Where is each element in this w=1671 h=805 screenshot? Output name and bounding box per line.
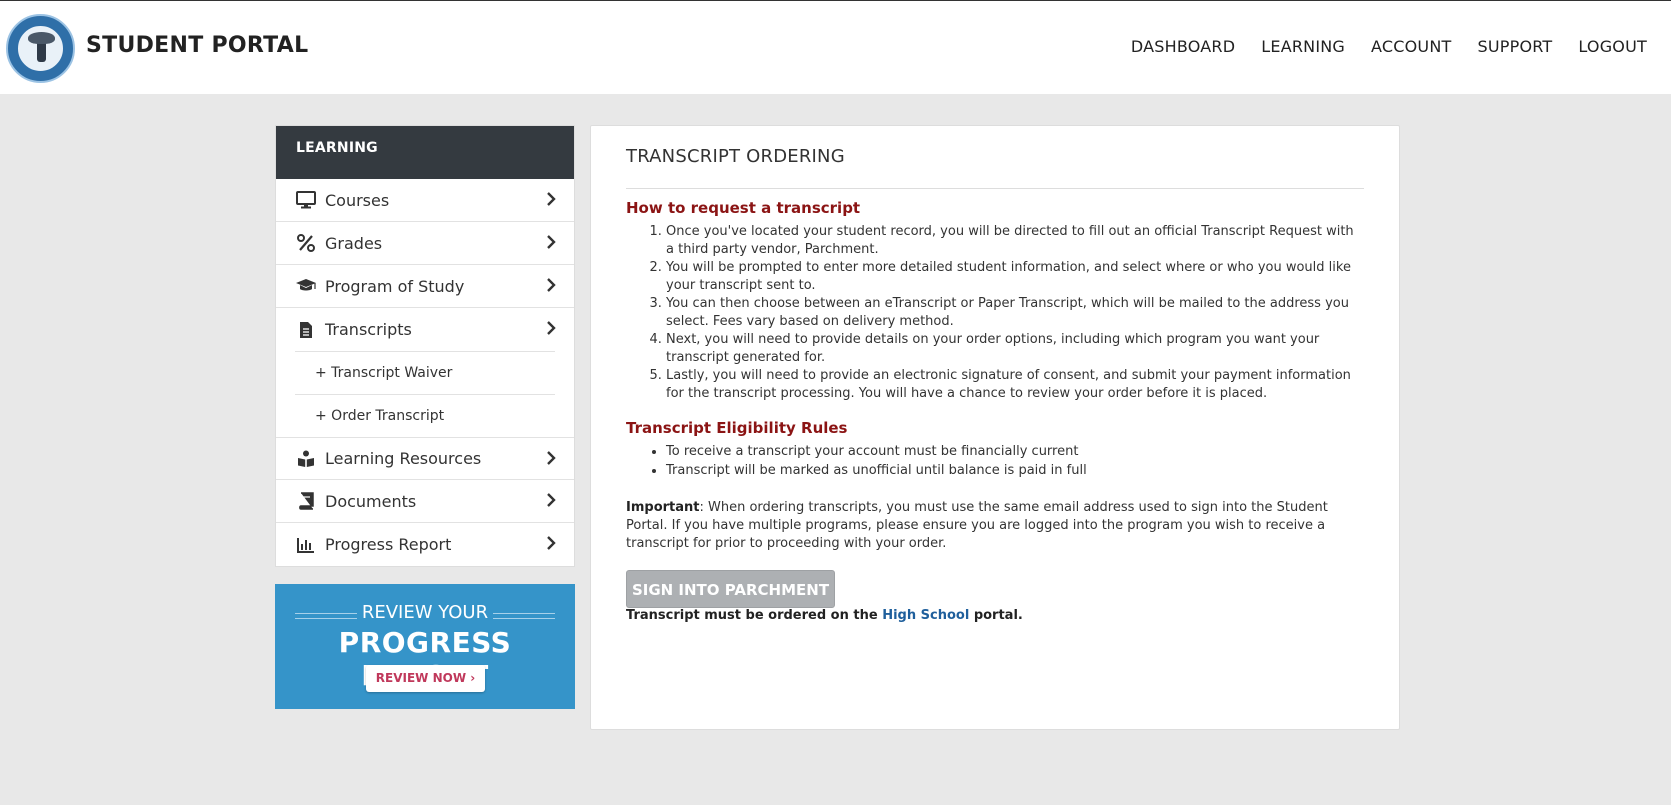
sidebar-item-label: Learning Resources	[325, 449, 482, 468]
sign-into-parchment-button[interactable]: SIGN INTO PARCHMENT	[626, 570, 835, 608]
chevron-right-icon	[547, 536, 556, 550]
chevron-right-icon	[547, 451, 556, 465]
portal-note: Transcript must be ordered on the High S…	[626, 608, 1023, 623]
important-notice: Important: When ordering transcripts, yo…	[626, 499, 1366, 553]
list-item: You will be prompted to enter more detai…	[666, 259, 1356, 295]
chevron-right-icon	[547, 493, 556, 507]
sidebar-subitem-order-transcript[interactable]: + Order Transcript	[295, 394, 555, 437]
banner-line-1: REVIEW YOUR	[275, 602, 575, 623]
main-nav: DASHBOARD LEARNING ACCOUNT SUPPORT LOGOU…	[1131, 37, 1647, 56]
chevron-right-icon	[547, 321, 556, 335]
nav-account[interactable]: ACCOUNT	[1371, 37, 1451, 56]
important-text: : When ordering transcripts, you must us…	[626, 500, 1328, 551]
school-seal-logo[interactable]	[6, 14, 75, 83]
nav-learning[interactable]: LEARNING	[1261, 37, 1345, 56]
monitor-icon	[295, 190, 317, 210]
book-reader-icon	[295, 449, 317, 469]
rules-list: To receive a transcript your account mus…	[631, 442, 1356, 480]
note-text-end: portal.	[969, 608, 1023, 623]
sidebar-item-progress-report[interactable]: Progress Report	[276, 523, 574, 566]
how-to-request-heading: How to request a transcript	[626, 199, 861, 217]
graduation-cap-icon	[295, 276, 317, 296]
sidebar-item-grades[interactable]: Grades	[276, 222, 574, 265]
learning-sidebar: LEARNING Courses Grades Program of Study…	[275, 125, 575, 567]
chevron-right-icon	[547, 278, 556, 292]
high-school-link[interactable]: High School	[882, 608, 969, 623]
list-item: Once you've located your student record,…	[666, 223, 1356, 259]
nav-support[interactable]: SUPPORT	[1477, 37, 1552, 56]
review-now-label: REVIEW NOW	[375, 671, 467, 685]
sidebar-item-label: Progress Report	[325, 535, 452, 554]
sidebar-heading: LEARNING	[276, 126, 574, 179]
list-item: You can then choose between an eTranscri…	[666, 295, 1356, 331]
top-bar: STUDENT PORTAL DASHBOARD LEARNING ACCOUN…	[0, 0, 1671, 94]
sidebar-item-label: Program of Study	[325, 276, 465, 296]
transcript-ordering-panel: TRANSCRIPT ORDERING How to request a tra…	[590, 125, 1400, 730]
list-item: To receive a transcript your account mus…	[666, 442, 1356, 461]
sidebar-item-transcripts[interactable]: Transcripts	[276, 308, 574, 351]
portal-title: STUDENT PORTAL	[86, 33, 309, 58]
book-icon	[295, 491, 317, 511]
torch-icon	[28, 32, 55, 62]
file-text-icon	[295, 320, 317, 340]
sidebar-item-label: Grades	[325, 233, 383, 253]
list-item: Transcript will be marked as unofficial …	[666, 461, 1356, 480]
sidebar-item-label: Documents	[325, 491, 417, 511]
sidebar-item-learning-resources[interactable]: Learning Resources	[276, 437, 574, 480]
sidebar-item-documents[interactable]: Documents	[276, 480, 574, 523]
list-item: Next, you will need to provide details o…	[666, 331, 1356, 367]
nav-logout[interactable]: LOGOUT	[1578, 37, 1647, 56]
chevron-right-icon	[547, 192, 556, 206]
note-text: Transcript must be ordered on the	[626, 608, 883, 623]
sidebar-item-label: Courses	[325, 190, 390, 210]
review-now-button[interactable]: REVIEW NOW ›	[366, 665, 485, 692]
page-title: TRANSCRIPT ORDERING	[626, 146, 845, 167]
important-label: Important	[626, 500, 700, 515]
divider	[626, 188, 1364, 189]
progress-report-banner[interactable]: REVIEW YOUR PROGRESS REPORT REVIEW NOW ›	[275, 584, 575, 709]
sidebar-subitem-transcript-waiver[interactable]: + Transcript Waiver	[295, 351, 555, 394]
bar-chart-icon	[295, 535, 317, 555]
eligibility-rules-heading: Transcript Eligibility Rules	[626, 419, 848, 437]
sidebar-item-program-of-study[interactable]: Program of Study	[276, 265, 574, 308]
list-item: Lastly, you will need to provide an elec…	[666, 367, 1356, 403]
chevron-right-icon	[547, 235, 556, 249]
steps-list: Once you've located your student record,…	[631, 223, 1356, 403]
chevron-right-icon: ›	[470, 671, 476, 685]
percent-icon	[295, 233, 317, 253]
sidebar-item-label: Transcripts	[325, 320, 412, 339]
nav-dashboard[interactable]: DASHBOARD	[1131, 37, 1235, 56]
sidebar-item-courses[interactable]: Courses	[276, 179, 574, 222]
